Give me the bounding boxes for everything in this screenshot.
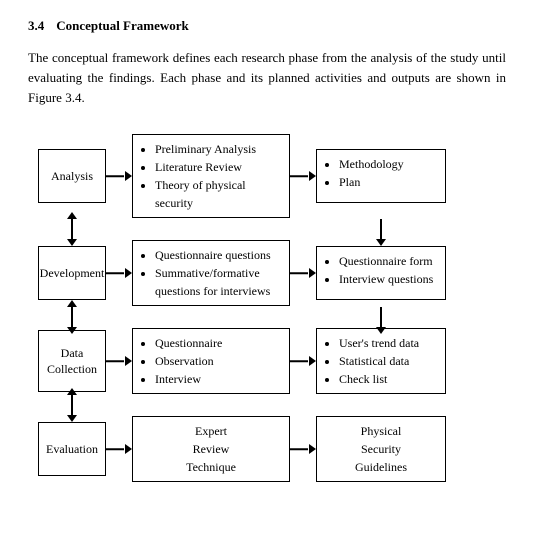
vert-arrow-left-1 (38, 218, 106, 240)
section-number: 3.4 (28, 18, 44, 34)
vert-arrow-right-1 (316, 218, 446, 240)
diagram-row-analysis: Analysis Preliminary Analysis Literature… (38, 134, 506, 218)
right-item: Check list (339, 370, 419, 388)
right-box-analysis: Methodology Plan (316, 149, 446, 203)
right-box-datacollection: User's trend data Statistical data Check… (316, 328, 446, 394)
left-box-datacollection: DataCollection (38, 330, 106, 392)
right-item: Questionnaire form (339, 252, 433, 270)
diagram-row-development: Development Questionnaire questions Summ… (38, 240, 506, 306)
middle-item: Literature Review (155, 158, 281, 176)
diagram-row-datacollection: DataCollection Questionnaire Observation… (38, 328, 506, 394)
section-header: 3.4 Conceptual Framework (28, 18, 506, 34)
body-text: The conceptual framework defines each re… (28, 48, 506, 108)
middle-box-datacollection: Questionnaire Observation Interview (132, 328, 290, 394)
right-item: Plan (339, 173, 404, 191)
double-arrow-2 (71, 307, 73, 327)
right-down-arrow-1 (380, 219, 382, 239)
middle-item: Summative/formative questions for interv… (155, 264, 281, 300)
vert-arrows-1-2 (38, 218, 506, 240)
right-text-evaluation: PhysicalSecurityGuidelines (355, 422, 407, 476)
conceptual-framework-diagram: Analysis Preliminary Analysis Literature… (28, 130, 506, 482)
vert-arrow-right-2 (316, 306, 446, 328)
right-box-development: Questionnaire form Interview questions (316, 246, 446, 300)
middle-box-development: Questionnaire questions Summative/format… (132, 240, 290, 306)
middle-item: Observation (155, 352, 222, 370)
middle-box-analysis: Preliminary Analysis Literature Review T… (132, 134, 290, 218)
right-item: Methodology (339, 155, 404, 173)
diagram-row-evaluation: Evaluation ExpertReviewTechnique Physica… (38, 416, 506, 482)
vert-arrows-2-3 (38, 306, 506, 328)
right-box-evaluation: PhysicalSecurityGuidelines (316, 416, 446, 482)
double-arrow-1 (71, 219, 73, 239)
double-arrow-3 (71, 395, 73, 415)
left-box-evaluation: Evaluation (38, 422, 106, 476)
left-box-development: Development (38, 246, 106, 300)
right-down-arrow-2 (380, 307, 382, 327)
vert-arrow-left-2 (38, 306, 106, 328)
middle-item: Questionnaire (155, 334, 222, 352)
vert-arrows-3-4 (38, 394, 506, 416)
middle-text-evaluation: ExpertReviewTechnique (186, 422, 236, 476)
right-item: Interview questions (339, 270, 433, 288)
right-item: Statistical data (339, 352, 419, 370)
middle-item: Interview (155, 370, 222, 388)
section-title: Conceptual Framework (56, 18, 189, 34)
middle-item: Theory of physical security (155, 176, 281, 212)
left-box-analysis: Analysis (38, 149, 106, 203)
middle-item: Questionnaire questions (155, 246, 281, 264)
right-item: User's trend data (339, 334, 419, 352)
middle-box-evaluation: ExpertReviewTechnique (132, 416, 290, 482)
vert-arrow-left-3 (38, 394, 106, 416)
middle-item: Preliminary Analysis (155, 140, 281, 158)
